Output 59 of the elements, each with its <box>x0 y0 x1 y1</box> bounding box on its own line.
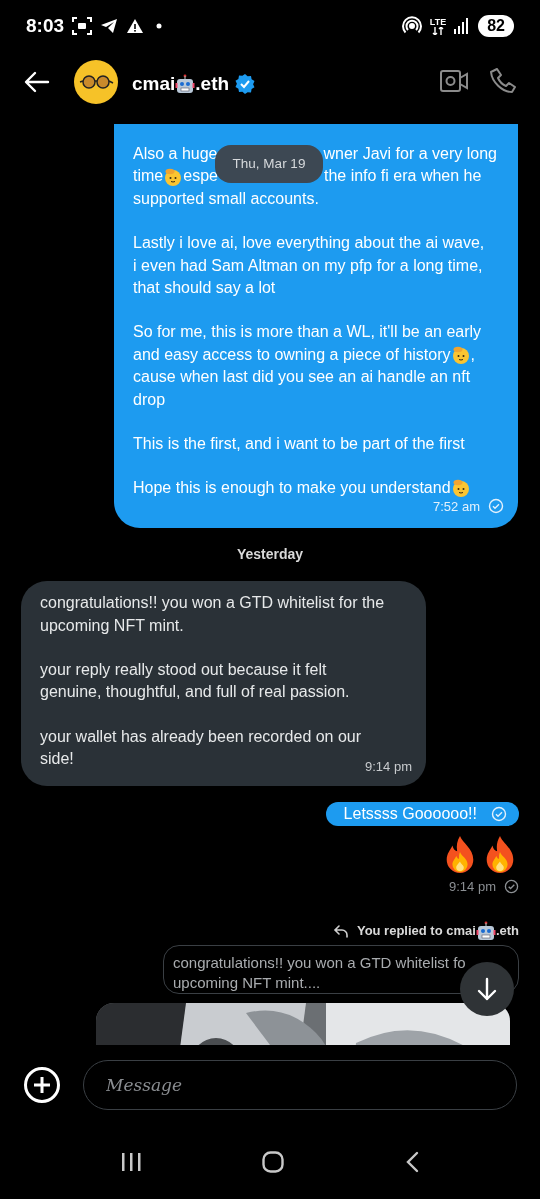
robot-icon <box>175 74 196 95</box>
message-text: Also a huge <box>133 144 218 164</box>
message-text: and easy access to owning a piece of history <box>133 344 451 365</box>
reply-label: You replied to cmai <box>356 921 476 940</box>
contact-name[interactable]: cmai <box>132 70 176 99</box>
message-text: drop <box>133 389 166 410</box>
signal-icon <box>454 18 469 34</box>
arrow-down-icon <box>476 977 498 1001</box>
message-text: your wallet has already been recorded on our <box>40 726 362 747</box>
message-text: time <box>133 166 164 187</box>
quote-text: congratulations!! you won a GTD whitelist fo <box>173 952 466 973</box>
emoji-icon <box>163 166 184 187</box>
back-nav-icon[interactable] <box>405 1151 420 1173</box>
date-separator: Yesterday <box>236 545 304 565</box>
message-text: This is the first, and i want to be part of the first <box>133 433 465 454</box>
warning-icon <box>126 18 145 34</box>
message-text: congratulations!! you won a GTD whitelist for the <box>40 593 385 614</box>
quote-text: upcoming NFT mint.... <box>173 972 321 993</box>
recent-apps-icon[interactable] <box>120 1152 141 1172</box>
message-text: that should say a lot <box>133 277 276 298</box>
message-text: wner Javi for a very long <box>323 144 497 164</box>
message-text: espe <box>183 166 218 187</box>
clock-time: 8:03 <box>26 13 65 38</box>
hotspot-icon <box>401 16 422 36</box>
robot-icon <box>475 920 496 941</box>
message-time: 7:52 am <box>433 497 480 516</box>
emoji-icon <box>450 344 471 365</box>
emoji-icon <box>450 478 471 499</box>
message-input-field[interactable]: Message <box>83 1060 517 1110</box>
screenshot-icon <box>72 17 93 35</box>
dot-icon <box>156 23 163 29</box>
message-text: upcoming NFT mint. <box>40 615 184 636</box>
avatar[interactable] <box>74 60 118 104</box>
battery-level: 82 <box>478 15 514 37</box>
contact-name[interactable]: .eth <box>195 70 230 99</box>
message-text: side! <box>40 749 74 770</box>
data-arrows-icon <box>432 26 445 35</box>
video-call-icon[interactable] <box>440 70 468 92</box>
message-text: So for me, this is more than a WL, it'll be an early <box>133 322 482 343</box>
send-icon <box>100 18 119 34</box>
message-text: the info fi era when he <box>323 166 482 187</box>
message-text: Lastly i love ai, love everything about the ai wave, <box>133 233 485 254</box>
phone-icon[interactable] <box>490 68 516 94</box>
reply-label: .eth <box>495 921 519 940</box>
message-text: genuine, thoughtful, and full of real passion. <box>40 682 350 703</box>
add-icon[interactable] <box>23 1066 61 1104</box>
message-text: , <box>470 344 475 365</box>
reply-icon <box>332 923 349 938</box>
message-text: i even had Sam Altman on my pfp for a long time, <box>133 255 483 276</box>
message-time: 9:14 pm <box>365 757 412 776</box>
network-type: LTE <box>429 17 447 27</box>
message-text: Hope this is enough to make you understand <box>133 478 451 499</box>
home-icon[interactable] <box>262 1151 284 1173</box>
message-text: Letssss Goooooo!! <box>343 804 477 825</box>
message-time: 9:14 pm <box>449 878 496 897</box>
message-text: cause when last did you see an ai handle an nft <box>133 367 471 388</box>
message-text: supported small accounts. <box>133 188 319 209</box>
message-text: your reply really stood out because it felt <box>40 659 327 680</box>
back-icon[interactable] <box>24 71 50 93</box>
